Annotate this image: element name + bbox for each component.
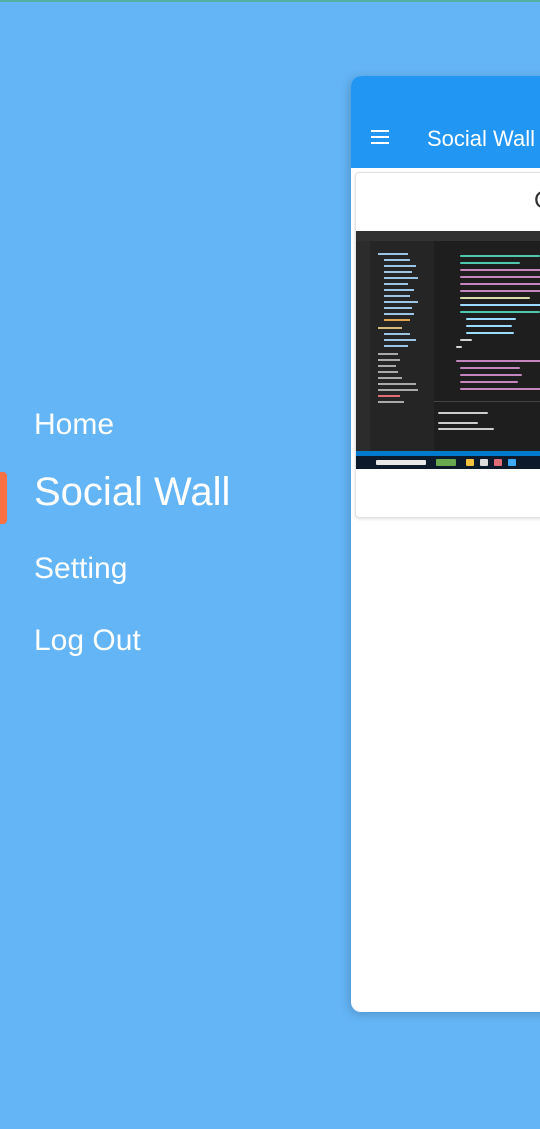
post-image [356, 231, 540, 469]
post-header-text: C [534, 187, 540, 215]
app-screen-preview[interactable]: Social Wall C [351, 76, 540, 1012]
menu-item-social-wall[interactable]: Social Wall [0, 470, 230, 515]
post-card[interactable]: C [355, 172, 540, 518]
app-bar: Social Wall [351, 76, 540, 168]
menu-item-log-out[interactable]: Log Out [0, 624, 141, 658]
app-title: Social Wall [427, 126, 535, 151]
menu-item-setting[interactable]: Setting [0, 552, 127, 586]
status-bar [0, 0, 540, 2]
drawer-menu: Home Social Wall Setting Log Out [0, 390, 300, 657]
menu-item-home[interactable]: Home [0, 408, 300, 442]
menu-icon[interactable] [371, 130, 389, 144]
